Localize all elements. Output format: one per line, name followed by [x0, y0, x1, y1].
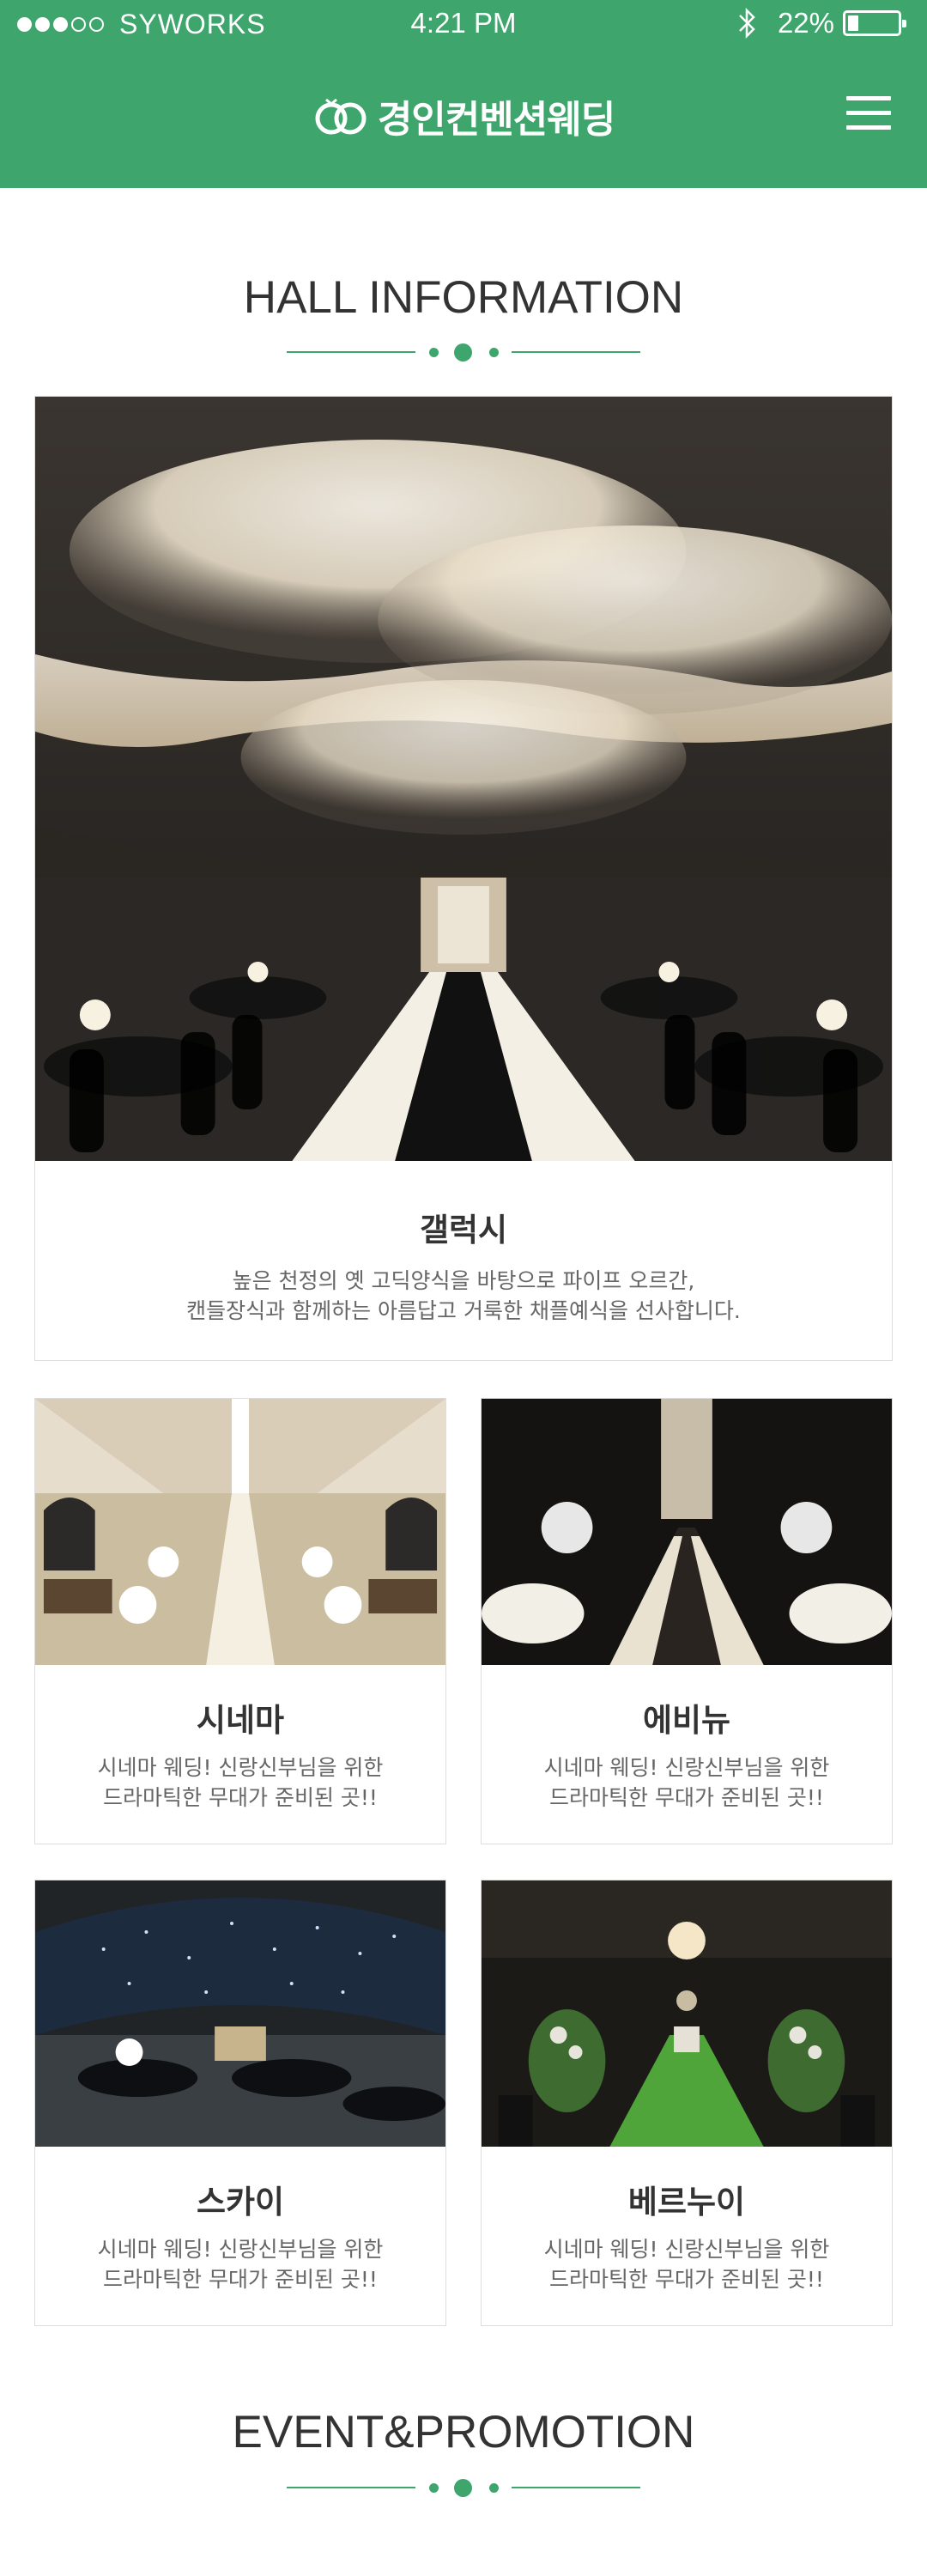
hall-description-line2: 캔들장식과 함께하는 아름답고 거룩한 채플예식을 선사합니다. [186, 1298, 741, 1323]
section-divider [287, 342, 640, 362]
hall-description-line1: 시네마 웨딩! 신랑신부님을 위한 [97, 2237, 384, 2262]
hall-card[interactable]: 에비뉴 시네마 웨딩! 신랑신부님을 위한 드라마틱한 무대가 준비된 곳!! [481, 1398, 893, 1844]
hall-description-line1: 높은 천정의 옛 고딕양식을 바탕으로 파이프 오르간, [232, 1268, 695, 1293]
double-ring-icon [315, 98, 367, 135]
hall-name: 갤럭시 [419, 1212, 508, 1249]
hall-description-line2: 드라마틱한 무대가 준비된 곳!! [103, 2267, 378, 2292]
hall-photo [35, 397, 892, 1161]
hall-description-line1: 시네마 웨딩! 신랑신부님을 위한 [97, 1755, 384, 1780]
hall-photo [482, 1880, 892, 2147]
hall-name: 스카이 [196, 2184, 285, 2221]
hall-description-line1: 시네마 웨딩! 신랑신부님을 위한 [543, 1755, 830, 1780]
hall-description-line2: 드라마틱한 무대가 준비된 곳!! [549, 1785, 824, 1810]
hall-name: 베르누이 [627, 2184, 746, 2221]
brand-name: 경인컨벤션웨딩 [377, 98, 615, 142]
section-divider [287, 2477, 640, 2498]
hall-description-line1: 시네마 웨딩! 신랑신부님을 위한 [543, 2237, 830, 2262]
hall-card[interactable]: 베르누이 시네마 웨딩! 신랑신부님을 위한 드라마틱한 무대가 준비된 곳!! [481, 1880, 893, 2326]
brand-logo[interactable]: 경인컨벤션웨딩 [0, 90, 927, 142]
hall-description-line2: 드라마틱한 무대가 준비된 곳!! [103, 1785, 378, 1810]
hall-photo [482, 1399, 892, 1665]
hall-card[interactable]: 스카이 시네마 웨딩! 신랑신부님을 위한 드라마틱한 무대가 준비된 곳!! [34, 1880, 446, 2326]
battery-icon [843, 10, 906, 36]
app-header: SYWORKS 4:21 PM 22% 경인컨벤션웨딩 [0, 0, 927, 188]
hall-photo [35, 1399, 445, 1665]
hall-card[interactable]: 시네마 시네마 웨딩! 신랑신부님을 위한 드라마틱한 무대가 준비된 곳!! [34, 1398, 446, 1844]
hamburger-menu-icon[interactable] [846, 96, 891, 131]
hall-name: 시네마 [196, 1702, 285, 1739]
hall-name: 에비뉴 [642, 1702, 731, 1739]
hall-section-title: HALL INFORMATION [243, 272, 684, 323]
battery-percent: 22% [777, 7, 834, 39]
bluetooth-icon [739, 7, 755, 39]
hall-photo [35, 1880, 445, 2147]
event-section-title: EVENT&PROMOTION [232, 2407, 695, 2458]
hall-card-featured[interactable]: 갤럭시 높은 천정의 옛 고딕양식을 바탕으로 파이프 오르간, 캔들장식과 함… [34, 396, 893, 1361]
status-bar: SYWORKS 4:21 PM 22% [0, 0, 927, 52]
hall-description-line2: 드라마틱한 무대가 준비된 곳!! [549, 2267, 824, 2292]
